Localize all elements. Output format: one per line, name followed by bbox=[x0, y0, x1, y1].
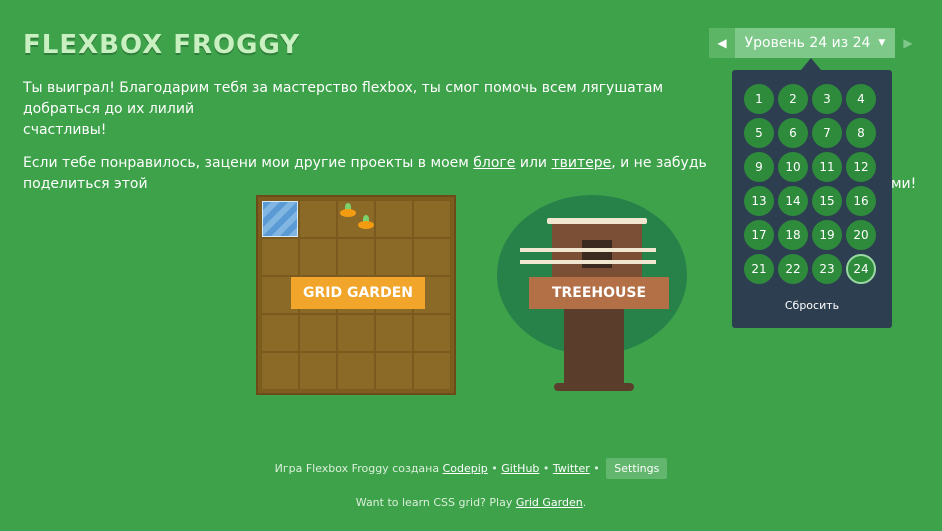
soil-cell bbox=[261, 238, 299, 276]
levels-grid: 1 2 3 4 5 6 7 8 9 10 11 12 13 14 15 16 1… bbox=[744, 84, 882, 284]
intro-line-2-tail: ми! bbox=[891, 176, 917, 192]
level-button-18[interactable]: 18 bbox=[778, 220, 808, 250]
css-grid-suffix: . bbox=[582, 496, 587, 509]
soil-cell bbox=[375, 314, 413, 352]
level-button-21[interactable]: 21 bbox=[744, 254, 774, 284]
level-button-22[interactable]: 22 bbox=[778, 254, 808, 284]
level-button-24[interactable]: 24 bbox=[846, 254, 876, 284]
next-level-button[interactable]: ▶ bbox=[895, 28, 921, 58]
credit-prefix: Игра Flexbox Froggy создана bbox=[274, 462, 440, 475]
treehouse-card[interactable]: TREEHOUSE bbox=[492, 195, 702, 395]
tree-base-icon bbox=[554, 383, 634, 391]
carrot-icon bbox=[340, 203, 356, 217]
intro-text: Ты выиграл! Благодарим тебя за мастерств… bbox=[23, 78, 916, 207]
level-button-6[interactable]: 6 bbox=[778, 118, 808, 148]
soil-cell bbox=[375, 352, 413, 390]
intro-line-1-tail: счастливы! bbox=[23, 122, 107, 138]
soil-cell bbox=[413, 200, 451, 238]
dropdown-pointer bbox=[801, 58, 821, 70]
triangle-left-icon: ◀ bbox=[717, 36, 727, 50]
intro-paragraph-2: Если тебе понравилось, зацени мои другие… bbox=[23, 153, 916, 195]
footer-grid-promo: Want to learn CSS grid? Play Grid Garden… bbox=[0, 496, 942, 509]
level-button-19[interactable]: 19 bbox=[812, 220, 842, 250]
soil-cell bbox=[375, 200, 413, 238]
codepip-link[interactable]: Codepip bbox=[443, 462, 488, 475]
level-button-4[interactable]: 4 bbox=[846, 84, 876, 114]
level-selector-panel: 1 2 3 4 5 6 7 8 9 10 11 12 13 14 15 16 1… bbox=[732, 70, 892, 328]
settings-button[interactable]: Settings bbox=[606, 458, 668, 479]
level-button-8[interactable]: 8 bbox=[846, 118, 876, 148]
level-button-1[interactable]: 1 bbox=[744, 84, 774, 114]
soil-cell bbox=[375, 238, 413, 276]
blog-link[interactable]: блоге bbox=[473, 155, 515, 171]
carrot-icon bbox=[358, 215, 374, 229]
level-button-7[interactable]: 7 bbox=[812, 118, 842, 148]
level-button-12[interactable]: 12 bbox=[846, 152, 876, 182]
soil-cell bbox=[299, 314, 337, 352]
level-button-16[interactable]: 16 bbox=[846, 186, 876, 216]
level-button-9[interactable]: 9 bbox=[744, 152, 774, 182]
level-button-13[interactable]: 13 bbox=[744, 186, 774, 216]
css-grid-prefix: Want to learn CSS grid? Play bbox=[355, 496, 513, 509]
level-button-11[interactable]: 11 bbox=[812, 152, 842, 182]
water-tile-icon bbox=[262, 201, 298, 237]
reset-button[interactable]: Сбросить bbox=[732, 299, 892, 312]
intro-line-2-prefix: Если тебе понравилось, зацени мои другие… bbox=[23, 155, 474, 171]
treehouse-railing-icon bbox=[520, 248, 656, 264]
soil-cell bbox=[337, 238, 375, 276]
level-button-2[interactable]: 2 bbox=[778, 84, 808, 114]
intro-line-1: Ты выиграл! Благодарим тебя за мастерств… bbox=[23, 80, 664, 117]
previous-level-button[interactable]: ◀ bbox=[709, 28, 735, 58]
soil-cell bbox=[261, 352, 299, 390]
tree-trunk-icon bbox=[564, 305, 624, 391]
caret-down-icon: ▼ bbox=[878, 38, 886, 48]
level-button-17[interactable]: 17 bbox=[744, 220, 774, 250]
triangle-right-icon: ▶ bbox=[903, 36, 913, 50]
level-button-23[interactable]: 23 bbox=[812, 254, 842, 284]
grid-garden-label: GRID GARDEN bbox=[291, 277, 425, 309]
level-label: Уровень 24 из 24 bbox=[744, 35, 871, 51]
soil-cell bbox=[413, 314, 451, 352]
level-indicator-dropdown[interactable]: Уровень 24 из 24 ▼ bbox=[735, 28, 895, 58]
soil-cell bbox=[337, 314, 375, 352]
grid-garden-link[interactable]: Grid Garden bbox=[516, 496, 583, 509]
soil-cell bbox=[299, 200, 337, 238]
level-button-20[interactable]: 20 bbox=[846, 220, 876, 250]
soil-cell bbox=[337, 352, 375, 390]
soil-cell bbox=[299, 238, 337, 276]
level-button-10[interactable]: 10 bbox=[778, 152, 808, 182]
intro-paragraph-1: Ты выиграл! Благодарим тебя за мастерств… bbox=[23, 78, 733, 141]
soil-cell bbox=[299, 352, 337, 390]
level-button-15[interactable]: 15 bbox=[812, 186, 842, 216]
github-link[interactable]: GitHub bbox=[501, 462, 539, 475]
treehouse-roof-icon bbox=[547, 218, 647, 224]
level-button-14[interactable]: 14 bbox=[778, 186, 808, 216]
soil-cell bbox=[413, 352, 451, 390]
logo: FLEXBOX FROGGY bbox=[23, 30, 301, 60]
treehouse-label: TREEHOUSE bbox=[529, 277, 669, 309]
twitter-footer-link[interactable]: Twitter bbox=[553, 462, 590, 475]
soil-cell bbox=[413, 238, 451, 276]
footer-credits: Игра Flexbox Froggy создана Codepip • Gi… bbox=[0, 458, 942, 479]
grid-garden-card[interactable]: GRID GARDEN bbox=[256, 195, 456, 395]
level-button-5[interactable]: 5 bbox=[744, 118, 774, 148]
soil-cell bbox=[261, 314, 299, 352]
level-button-3[interactable]: 3 bbox=[812, 84, 842, 114]
twitter-link[interactable]: твитере bbox=[551, 155, 611, 171]
level-navigation: ◀ Уровень 24 из 24 ▼ ▶ bbox=[709, 28, 921, 58]
intro-line-2-mid: или bbox=[515, 155, 552, 171]
